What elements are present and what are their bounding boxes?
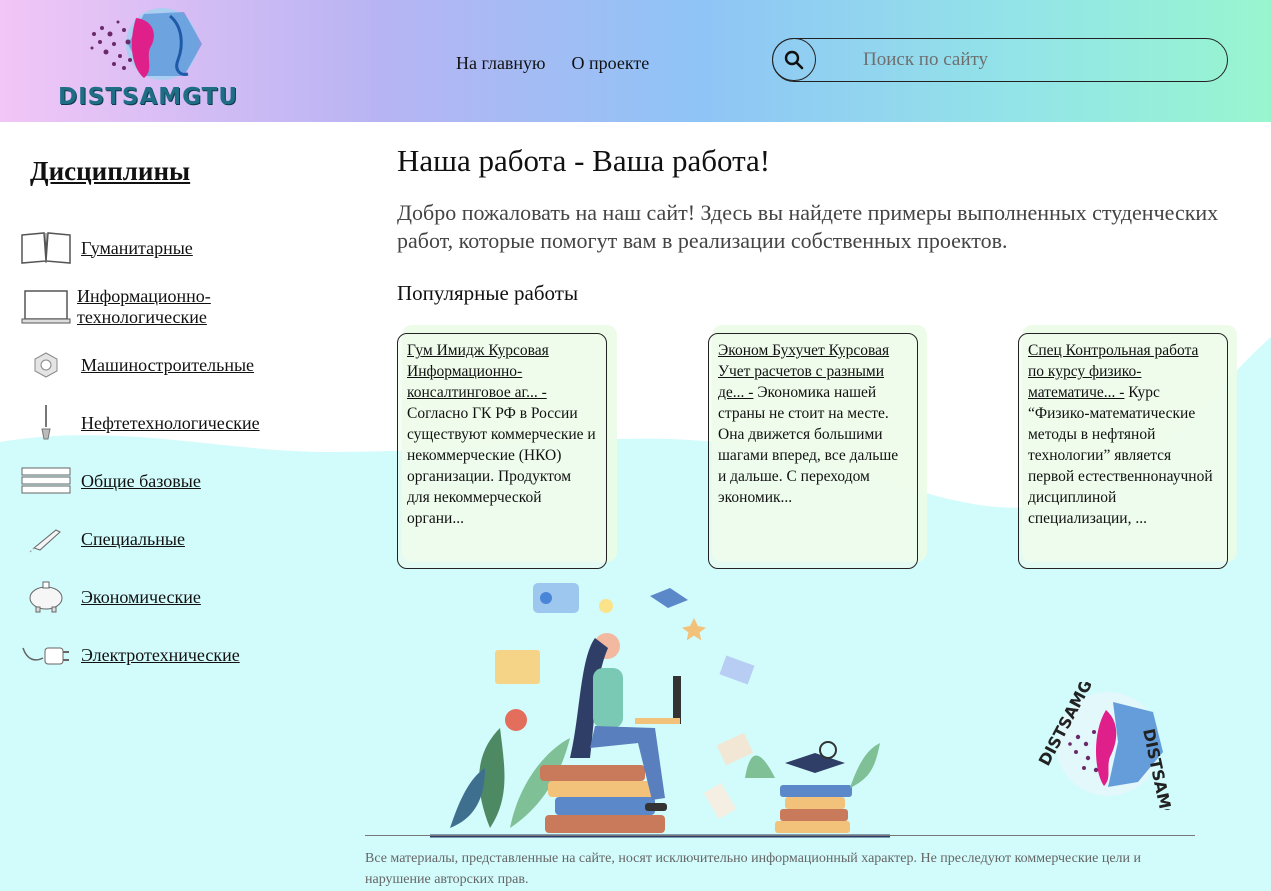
search-icon (784, 50, 804, 69)
sidebar-item-economics[interactable]: Экономические (20, 577, 201, 617)
work-card[interactable]: Спец Контрольная работа по курсу физико-… (1018, 333, 1228, 569)
footer-divider (365, 835, 1195, 836)
sidebar-title: Дисциплины (30, 156, 191, 186)
piggy-bank-icon (20, 577, 72, 617)
top-nav: На главную О проекте (456, 53, 649, 74)
nut-icon (20, 345, 72, 385)
work-card-description: Экономика нашей страны не стоит на месте… (718, 384, 899, 506)
work-card[interactable]: Эконом Бухучет Курсовая Учет расчетов с … (708, 333, 918, 569)
site-header: DISTSAMGTU На главную О проекте (0, 0, 1271, 122)
laptop-icon (20, 287, 72, 327)
work-card-title-link[interactable]: Спец Контрольная работа по курсу физико-… (1028, 342, 1198, 401)
books-stack-icon (20, 461, 72, 501)
student-illustration (430, 583, 890, 838)
search-bar (772, 38, 1228, 82)
sidebar-item-special[interactable]: Специальные (20, 519, 185, 559)
sidebar-item-label: Электротехнические (81, 644, 240, 665)
sidebar-item-label: Информационно-технологические (77, 286, 211, 327)
book-icon (20, 228, 72, 268)
popular-works-heading: Популярные работы (397, 281, 579, 305)
stamp-logo: DISTSAMGTU DISTSAMGTU (1035, 682, 1178, 810)
work-card-description: Согласно ГК РФ в России существуют комме… (407, 405, 596, 527)
logo-text: DISTSAMGTU (58, 84, 238, 110)
sidebar-item-label: Гуманитарные (81, 237, 193, 258)
sidebar-item-oil[interactable]: Нефтетехнологические (20, 403, 260, 443)
site-logo[interactable]: DISTSAMGTU (56, 4, 240, 116)
sidebar-item-electrical[interactable]: Электротехнические (20, 635, 240, 675)
sidebar-item-label: Экономические (81, 586, 201, 607)
work-card-title-link[interactable]: Гум Имидж Курсовая Информационно-консалт… (407, 342, 549, 401)
footer-disclaimer: Все материалы, представленные на сайте, … (365, 851, 1142, 887)
sidebar-item-label: Машиностроительные (81, 354, 255, 375)
search-input[interactable] (863, 48, 1203, 72)
oil-drop-icon (20, 403, 72, 443)
search-button[interactable] (772, 38, 816, 81)
work-card[interactable]: Гум Имидж Курсовая Информационно-консалт… (397, 333, 607, 569)
sidebar-item-label: Общие базовые (81, 470, 201, 491)
nav-about-link[interactable]: О проекте (572, 53, 650, 74)
intro-text: Добро пожаловать на наш сайт! Здесь вы н… (397, 200, 1219, 253)
sidebar-item-general[interactable]: Общие базовые (20, 461, 201, 501)
sidebar-item-label: Специальные (81, 528, 185, 549)
sidebar-item-humanities[interactable]: Гуманитарные (20, 228, 193, 268)
sidebar-item-mechanical[interactable]: Машиностроительные (20, 345, 254, 385)
work-card-description: Курс “Физико-математические методы в неф… (1028, 384, 1213, 527)
rocket-icon (20, 519, 72, 559)
sidebar-item-it[interactable]: Информационно-технологические (20, 286, 247, 328)
plug-icon (20, 635, 72, 675)
page-title: Наша работа - Ваша работа! (397, 143, 771, 178)
nav-home-link[interactable]: На главную (456, 53, 546, 74)
logo-globe-icon (90, 8, 202, 80)
sidebar-item-label: Нефтетехнологические (81, 412, 260, 433)
